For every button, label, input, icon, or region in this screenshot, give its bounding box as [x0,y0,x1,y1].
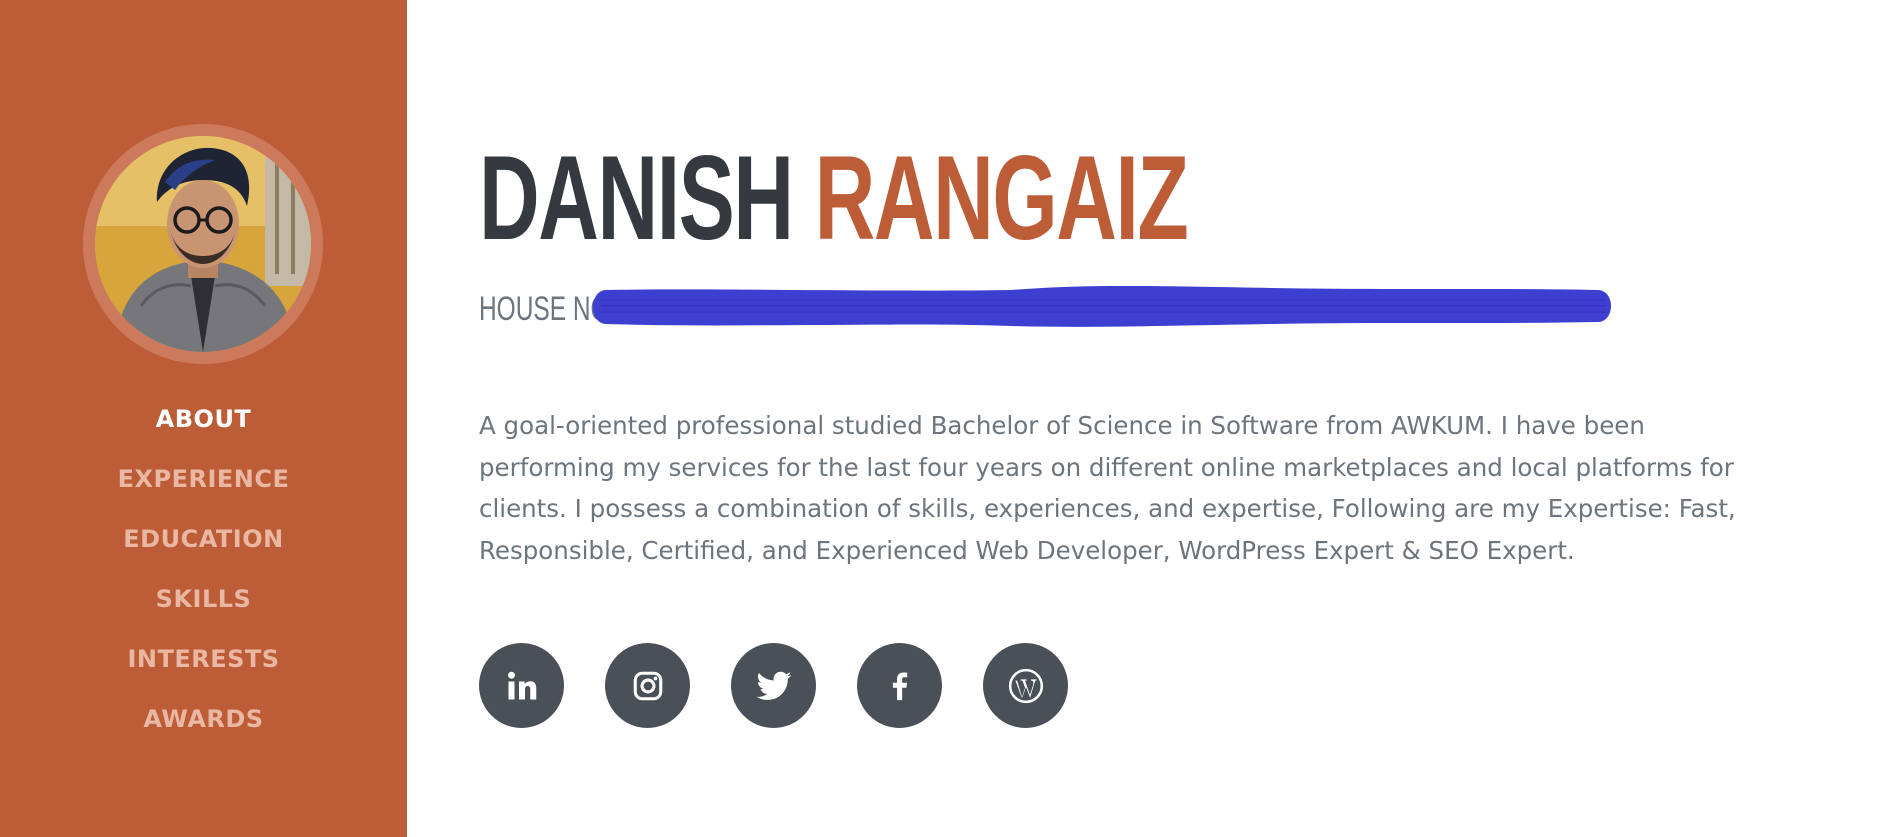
about-section: DANISH RANGAIZ HOUSE NO A goal-oriented … [479,0,1839,837]
linkedin-link[interactable] [479,643,564,728]
linkedin-icon [507,671,536,699]
nav-item-awards[interactable]: AWARDS [0,700,407,760]
nav-item-about[interactable]: ABOUT [0,400,407,460]
avatar[interactable] [95,136,311,352]
facebook-link[interactable] [857,643,942,728]
twitter-icon [756,671,791,700]
address-label: HOUSE NO [479,290,610,328]
sidebar: ABOUT EXPERIENCE EDUCATION SKILLS INTERE… [0,0,407,837]
facebook-icon [892,672,907,700]
redaction-scribble [593,286,1611,327]
profile-name: DANISH RANGAIZ [479,138,1189,258]
last-name: RANGAIZ [814,131,1189,265]
instagram-link[interactable] [605,643,690,728]
profile-photo [95,136,311,352]
nav-item-experience[interactable]: EXPERIENCE [0,460,407,520]
avatar-frame [83,124,323,364]
instagram-icon [633,671,662,700]
wordpress-icon [1008,668,1043,703]
nav-item-interests[interactable]: INTERESTS [0,640,407,700]
nav-item-education[interactable]: EDUCATION [0,520,407,580]
nav-item-skills[interactable]: SKILLS [0,580,407,640]
wordpress-link[interactable] [983,643,1068,728]
about-text: A goal-oriented professional studied Bac… [479,411,1736,565]
first-name: DANISH [479,131,794,265]
sidebar-nav: ABOUT EXPERIENCE EDUCATION SKILLS INTERE… [0,400,407,760]
twitter-link[interactable] [731,643,816,728]
